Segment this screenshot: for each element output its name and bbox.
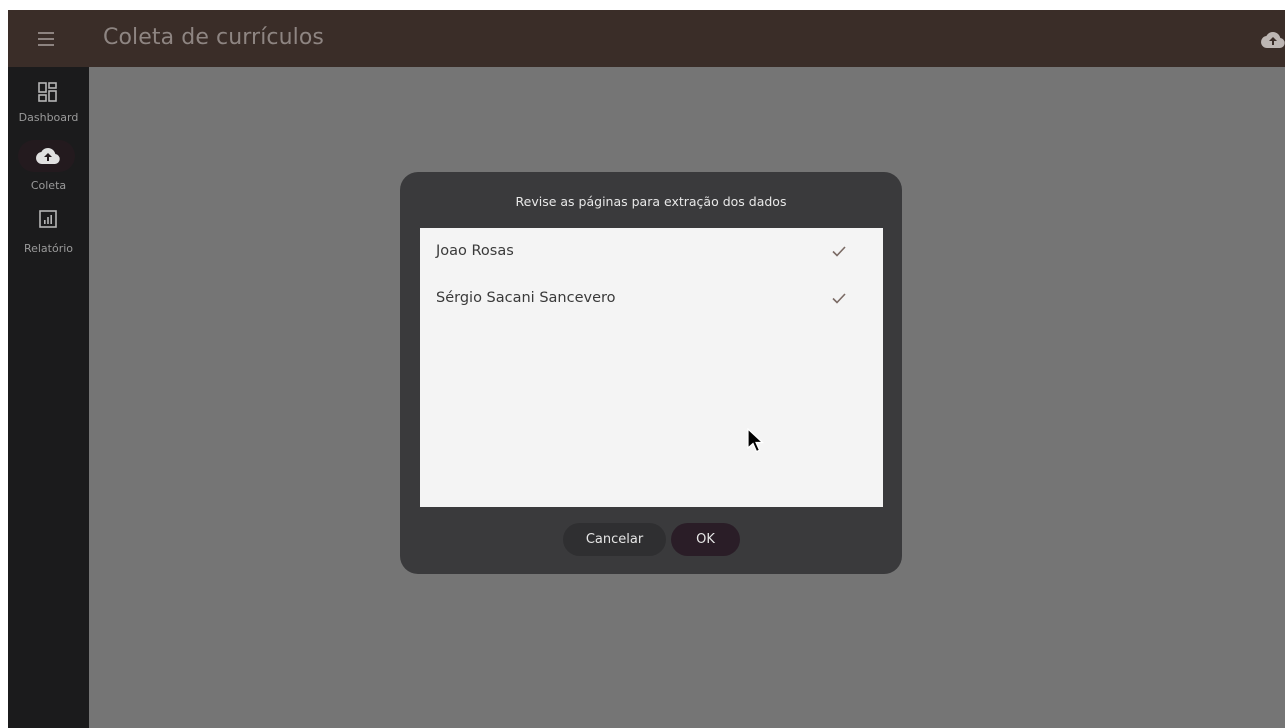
hamburger-menu-icon	[38, 32, 54, 34]
ok-button[interactable]: OK	[671, 523, 740, 556]
nav-label-dashboard: Dashboard	[18, 111, 79, 124]
app-bar: Coleta de currículos	[8, 10, 1285, 67]
check-icon[interactable]	[831, 291, 847, 305]
mouse-pointer-icon	[747, 428, 765, 453]
nav-item-dashboard[interactable]: Dashboard	[8, 81, 89, 127]
pages-list[interactable]: Joao Rosas Sérgio Sacani Sancevero	[420, 228, 883, 507]
report-chart-icon	[39, 210, 57, 228]
list-item[interactable]: Joao Rosas	[420, 230, 883, 274]
list-item[interactable]: Sérgio Sacani Sancevero	[420, 277, 883, 321]
nav-item-relatorio[interactable]: Relatório	[8, 208, 89, 258]
dashboard-grid-icon	[38, 82, 57, 102]
check-icon[interactable]	[831, 244, 847, 258]
cloud-upload-icon	[36, 148, 60, 164]
cancel-button[interactable]: Cancelar	[563, 523, 666, 556]
hamburger-menu-icon	[38, 44, 54, 46]
app-title: Coleta de currículos	[103, 25, 324, 50]
app-window: Coleta de currículos Dashboard Coleta Re…	[8, 10, 1285, 728]
hamburger-menu-icon	[38, 38, 54, 40]
dialog-title: Revise as páginas para extração dos dado…	[515, 194, 787, 209]
menu-button[interactable]	[34, 27, 60, 51]
navigation-rail: Dashboard Coleta Relatório	[8, 67, 89, 728]
list-item-label: Sérgio Sacani Sancevero	[436, 290, 616, 306]
cloud-upload-button[interactable]	[1261, 28, 1285, 52]
nav-item-coleta[interactable]: Coleta	[8, 140, 89, 194]
nav-label-relatorio: Relatório	[23, 242, 74, 255]
cloud-upload-icon	[1261, 32, 1285, 48]
nav-label-coleta: Coleta	[30, 179, 67, 192]
list-item-label: Joao Rosas	[436, 243, 514, 259]
review-pages-dialog: Revise as páginas para extração dos dado…	[400, 172, 902, 574]
